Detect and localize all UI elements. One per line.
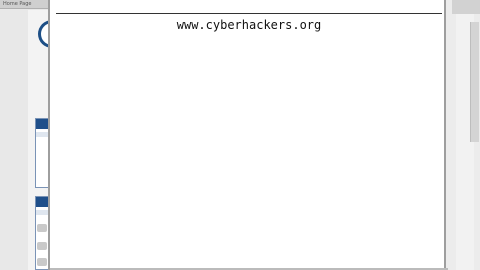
- background-row-item: [37, 242, 47, 250]
- panel-subheader-bar: [36, 132, 48, 137]
- site-url-text: www.cyberhackers.org: [176, 18, 322, 32]
- background-scrollbar[interactable]: [470, 22, 479, 142]
- header-divider: [56, 13, 442, 14]
- panel-header-bar: [36, 119, 48, 129]
- background-row-item: [37, 224, 47, 232]
- background-row-item: [37, 258, 47, 266]
- background-window-right-titlebar: [452, 0, 480, 14]
- popup-window: www.cyberhackers.org: [48, 0, 448, 270]
- panel-subheader-bar: [36, 210, 48, 215]
- background-tab-title: Home Page: [3, 1, 32, 7]
- background-login-panel: [35, 118, 49, 188]
- panel-header-bar: [36, 197, 48, 207]
- popup-content-area: [54, 38, 442, 268]
